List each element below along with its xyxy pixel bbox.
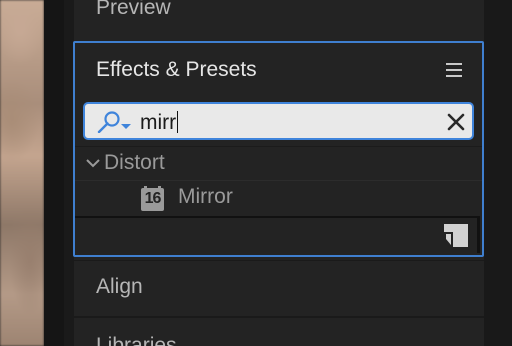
panel-right-gutter bbox=[484, 0, 512, 346]
panel-footer bbox=[75, 216, 480, 253]
chevron-down-icon[interactable] bbox=[86, 158, 100, 168]
libraries-panel-header[interactable]: Libraries bbox=[74, 316, 484, 346]
search-query-text: mirr bbox=[140, 111, 177, 134]
right-panel-stack: Preview Effects & Presets mirr Distort 1… bbox=[73, 0, 484, 346]
effects-presets-panel: Effects & Presets mirr Distort 16 Mirror bbox=[73, 41, 484, 257]
category-label: Distort bbox=[104, 151, 165, 174]
effects-presets-title[interactable]: Effects & Presets bbox=[96, 58, 257, 82]
app-window: Preview Effects & Presets mirr Distort 1… bbox=[0, 0, 512, 346]
tree-category-distort[interactable]: Distort bbox=[75, 146, 482, 180]
composition-viewer-edge bbox=[0, 0, 44, 346]
effect-label: Mirror bbox=[178, 185, 233, 208]
close-icon[interactable] bbox=[446, 112, 466, 132]
preview-panel-title: Preview bbox=[96, 0, 171, 19]
panel-gutter bbox=[44, 0, 64, 346]
effects-search-input[interactable]: mirr bbox=[83, 102, 474, 140]
footer-divider bbox=[477, 218, 480, 253]
tree-item-mirror[interactable]: 16 Mirror bbox=[75, 180, 482, 214]
search-dropdown-icon[interactable] bbox=[95, 111, 133, 133]
preview-panel-header[interactable]: Preview bbox=[74, 0, 484, 38]
align-panel-title: Align bbox=[96, 275, 143, 298]
libraries-panel-title: Libraries bbox=[96, 334, 177, 346]
new-item-icon[interactable] bbox=[444, 224, 468, 247]
text-caret bbox=[177, 111, 179, 133]
hamburger-icon[interactable] bbox=[446, 63, 462, 77]
bit-depth-badge-text: 16 bbox=[144, 190, 162, 207]
bit-depth-16-icon: 16 bbox=[141, 186, 164, 211]
align-panel-header[interactable]: Align bbox=[74, 260, 484, 312]
search-query[interactable]: mirr bbox=[140, 111, 179, 135]
